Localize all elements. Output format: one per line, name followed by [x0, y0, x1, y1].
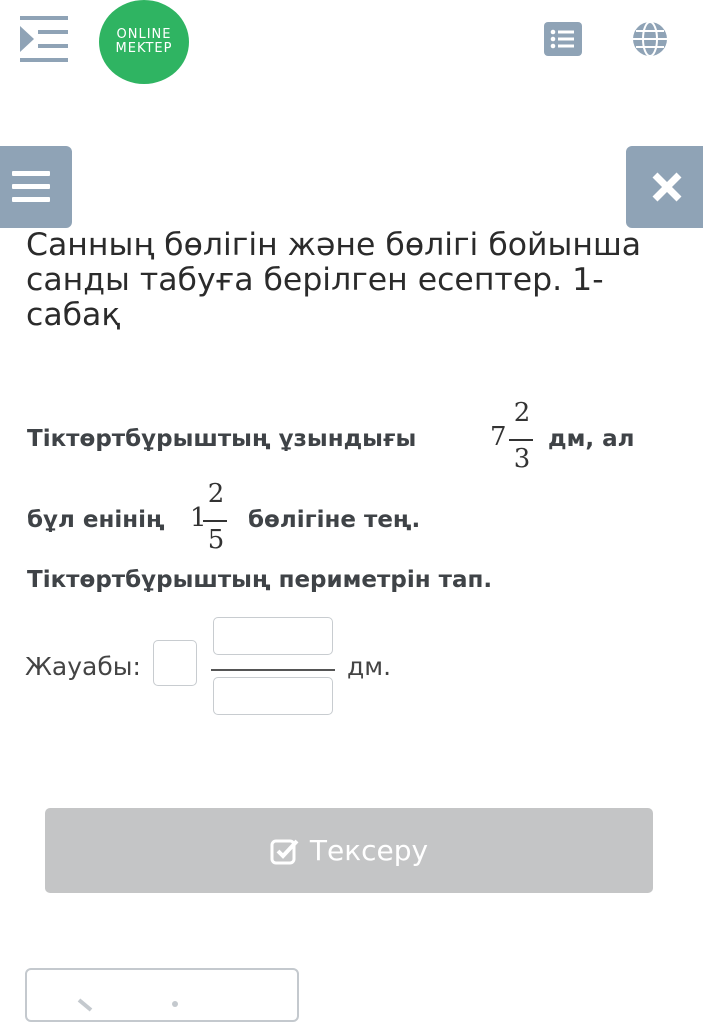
logo-line1: ONLINE: [116, 27, 172, 42]
globe-icon[interactable]: [631, 20, 669, 58]
answer-whole-input[interactable]: [153, 640, 197, 686]
answer-numerator-input[interactable]: [213, 617, 333, 655]
back-button[interactable]: [25, 968, 299, 1022]
page-title: Санның бөлігін және бөлігі бойынша санды…: [26, 227, 642, 333]
hamburger-line: [12, 197, 50, 202]
fraction-bar: [203, 520, 227, 522]
arrow-left-icon: [77, 998, 178, 1012]
close-button[interactable]: [626, 146, 703, 228]
question-line1-prefix: Тіктөртбұрыштың ұзындығы: [27, 426, 417, 452]
check-button[interactable]: Тексеру: [45, 808, 653, 893]
list-icon[interactable]: [544, 22, 582, 56]
fraction-whole: 7: [490, 422, 507, 452]
hamburger-line: [12, 184, 50, 189]
fraction-bar: [509, 439, 533, 441]
answer-label: Жауабы:: [25, 652, 141, 681]
answer-fraction-bar: [211, 669, 335, 671]
question-line3: Тіктөртбұрыштың периметрін тап.: [27, 567, 493, 593]
checkbox-check-icon: [270, 839, 299, 864]
fraction-numerator: 2: [513, 398, 531, 428]
fraction-denominator: 5: [207, 525, 225, 555]
fraction-length: 7 2 3: [490, 398, 540, 482]
answer-denominator-input[interactable]: [213, 677, 333, 715]
question-line1-suffix: дм, ал: [548, 426, 635, 452]
fraction-width-part: 1 2 5: [190, 479, 240, 563]
check-button-label: Тексеру: [309, 834, 429, 867]
question-line2-suffix: бөлігіне тең.: [248, 507, 421, 533]
close-icon: [652, 172, 682, 202]
fraction-numerator: 2: [207, 479, 225, 509]
hamburger-icon: [12, 171, 50, 176]
menu-toggle-icon[interactable]: [18, 14, 70, 64]
sidebar-menu-button[interactable]: [0, 146, 72, 228]
logo-line2: MEKTEP: [115, 41, 173, 56]
answer-unit: дм.: [347, 652, 392, 681]
online-mektep-logo[interactable]: ONLINE MEKTEP: [99, 0, 189, 84]
question-line2-prefix: бұл енінің: [27, 507, 165, 533]
fraction-denominator: 3: [513, 444, 531, 474]
